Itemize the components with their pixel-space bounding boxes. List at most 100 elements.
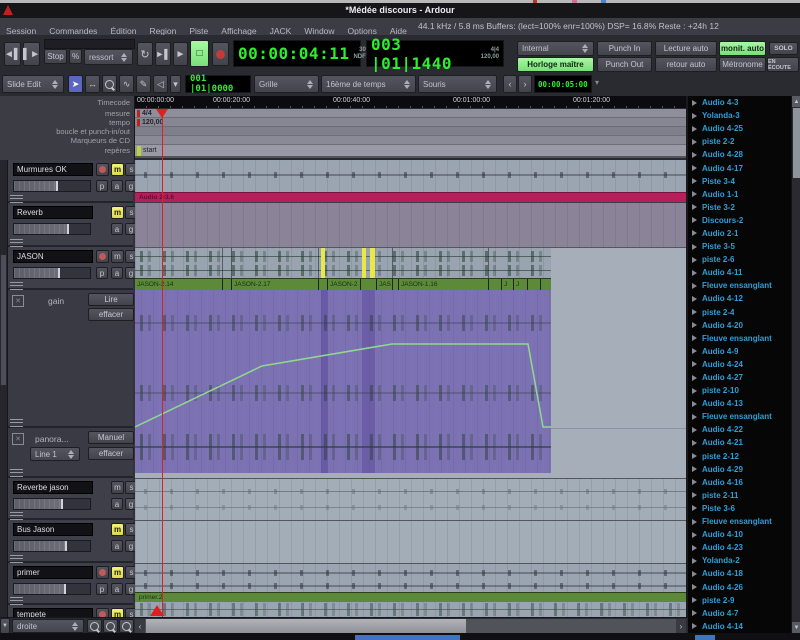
automation-button[interactable]: a — [111, 583, 123, 595]
hscroll-right-button[interactable]: › — [676, 619, 686, 633]
auto-play-button[interactable]: Lecture auto — [655, 41, 717, 56]
audition-indicator[interactable]: EN ÉCOUTE — [767, 57, 799, 72]
region-list-item[interactable]: Audio 4-13 — [688, 397, 791, 410]
region-list-item[interactable]: piste 2-2 — [688, 135, 791, 148]
mute-button[interactable]: m — [111, 523, 124, 536]
meter-ruler[interactable]: 4/4 — [135, 109, 686, 118]
titlebar[interactable]: *Médée discours - Ardour — [0, 3, 800, 18]
play-from-edit-button[interactable]: ►▌ — [155, 42, 171, 66]
stop-button[interactable]: □ — [190, 40, 209, 67]
track-header-reverb[interactable]: Reverb m s a g — [8, 203, 133, 247]
scroll-up-button[interactable]: ▲ — [792, 96, 800, 107]
region-list-item[interactable]: piste 2-12 — [688, 450, 791, 463]
region-list-item[interactable]: Audio 4-17 — [688, 161, 791, 174]
region-list-item[interactable]: Yolanda-2 — [688, 554, 791, 567]
track-resize-grip[interactable] — [10, 512, 23, 520]
disclosure-triangle-icon[interactable] — [692, 623, 697, 629]
automation-read-button[interactable]: Lire — [88, 293, 134, 306]
automation-clear-button[interactable]: effacer — [88, 308, 134, 321]
region-list-item[interactable]: Audio 4-20 — [688, 319, 791, 332]
track-resize-grip[interactable] — [10, 195, 23, 203]
disclosure-triangle-icon[interactable] — [692, 361, 697, 367]
zoom-in-button[interactable] — [103, 619, 118, 633]
disclosure-triangle-icon[interactable] — [692, 191, 697, 197]
region-list-panel[interactable]: Audio 4-3 Yolanda-3 Audio 4-25 piste 2-2… — [688, 96, 791, 633]
region-list-item[interactable]: piste 2-6 — [688, 253, 791, 266]
region-list-item[interactable]: Piste 3-2 — [688, 201, 791, 214]
rec-enable-button[interactable] — [96, 163, 109, 176]
punch-out-button[interactable]: Punch Out — [597, 57, 652, 72]
track-header-bus-jason[interactable]: Bus Jason m s a g — [8, 520, 133, 563]
region-list-item[interactable]: piste 2-9 — [688, 594, 791, 607]
cd-marker-ruler[interactable] — [135, 136, 686, 145]
disclosure-triangle-icon[interactable] — [692, 505, 697, 511]
jason-region-namebar[interactable]: JASON-2.14 JASON-2.17 JASON-2 JAS JASON-… — [135, 278, 551, 290]
disclosure-triangle-icon[interactable] — [692, 597, 697, 603]
track-header-tempete[interactable]: tempete m s — [8, 605, 133, 617]
start-marker-icon[interactable] — [137, 146, 141, 156]
region-list-item[interactable]: piste 2-4 — [688, 306, 791, 319]
region-list-item[interactable]: Yolanda-3 — [688, 109, 791, 122]
region-list-item[interactable]: Piste 3-4 — [688, 175, 791, 188]
automation-button[interactable]: a — [111, 267, 123, 279]
disclosure-triangle-icon[interactable] — [692, 519, 697, 525]
region-list-item[interactable]: Audio 4-11 — [688, 266, 791, 279]
disclosure-triangle-icon[interactable] — [692, 427, 697, 433]
solo-indicator[interactable]: SOLO — [769, 42, 798, 55]
region-audio2[interactable]: Audio 2-3.6 — [135, 192, 686, 202]
edit-point-clock[interactable]: 001 |01|0000 — [185, 75, 251, 93]
nudge-clock[interactable]: 00:00:05:00 — [534, 75, 592, 93]
horizontal-scrollbar[interactable]: ‹ › — [135, 619, 686, 633]
zoom-tool-button[interactable] — [102, 75, 117, 93]
nudge-caret-icon[interactable]: ▾ — [595, 78, 599, 87]
tool-more-button[interactable]: ▾ — [170, 75, 181, 93]
disclosure-triangle-icon[interactable] — [692, 178, 697, 184]
track-area-jason[interactable]: JASON-2.14 JASON-2.17 JASON-2 JAS JASON-… — [135, 248, 686, 290]
region-list-item[interactable]: Fleuve ensanglant — [688, 332, 791, 345]
region-list-item[interactable]: Audio 4-23 — [688, 541, 791, 554]
disclosure-triangle-icon[interactable] — [692, 113, 697, 119]
ruler-label-mesure[interactable]: mesure — [105, 109, 130, 118]
edit-mode-combo[interactable]: Slide Edit — [2, 75, 64, 93]
zoom-out-button[interactable] — [87, 619, 102, 633]
track-resize-grip[interactable] — [10, 239, 23, 247]
region-list-item[interactable]: Audio 4-26 — [688, 580, 791, 593]
track-name-field[interactable]: JASON — [13, 250, 93, 263]
region-list-item[interactable]: Audio 4-12 — [688, 292, 791, 305]
location-marker-ruler[interactable]: start — [135, 145, 686, 158]
track-name-field[interactable]: Reverbe jason — [13, 481, 93, 494]
vscroll-thumb[interactable] — [1, 255, 6, 385]
region-list-item[interactable]: Fleuve ensanglant — [688, 515, 791, 528]
track-resize-grip[interactable] — [10, 555, 23, 563]
region-list-item[interactable]: piste 2-11 — [688, 489, 791, 502]
track-resize-grip[interactable] — [10, 419, 23, 427]
track-resize-grip[interactable] — [10, 469, 23, 477]
loop-punch-ruler[interactable] — [135, 127, 686, 136]
mute-button[interactable]: m — [111, 566, 124, 579]
timefx-tool-button[interactable]: ∿ — [119, 75, 134, 93]
disclosure-triangle-icon[interactable] — [692, 388, 697, 394]
disclosure-triangle-icon[interactable] — [692, 309, 697, 315]
tempo-ruler[interactable]: 120,00 — [135, 118, 686, 127]
gain-fader[interactable] — [13, 583, 91, 595]
secondary-clock[interactable]: 003 |01|1440 4|4 120,00 — [366, 40, 504, 67]
track-area-tempete[interactable] — [135, 602, 686, 617]
ruler-label-reperes[interactable]: repères — [105, 146, 130, 155]
primary-clock[interactable]: 00:00:04:11 30 NDF — [233, 40, 361, 67]
pan-line-combo[interactable]: Line 1 — [30, 447, 80, 461]
region-list-scrollbar[interactable]: ▲ ▼ — [791, 96, 800, 633]
gain-automation-line[interactable] — [135, 290, 551, 473]
region-list-item[interactable]: Audio 4-24 — [688, 358, 791, 371]
grid-combo[interactable]: Grille — [254, 75, 319, 93]
nudge-forward-button[interactable]: › — [518, 75, 532, 93]
gain-fader[interactable] — [13, 267, 91, 279]
mouse-mode-combo[interactable]: Souris — [418, 75, 497, 93]
region-list-item[interactable]: Audio 4-9 — [688, 345, 791, 358]
disclosure-triangle-icon[interactable] — [692, 545, 697, 551]
range-tool-button[interactable]: ↔ — [85, 75, 100, 93]
automation-button[interactable]: a — [111, 540, 123, 552]
region-list-item[interactable]: Audio 4-7 — [688, 607, 791, 620]
disclosure-triangle-icon[interactable] — [692, 479, 697, 485]
region-list-item[interactable]: piste 2-10 — [688, 384, 791, 397]
playlist-button[interactable]: p — [96, 583, 108, 595]
